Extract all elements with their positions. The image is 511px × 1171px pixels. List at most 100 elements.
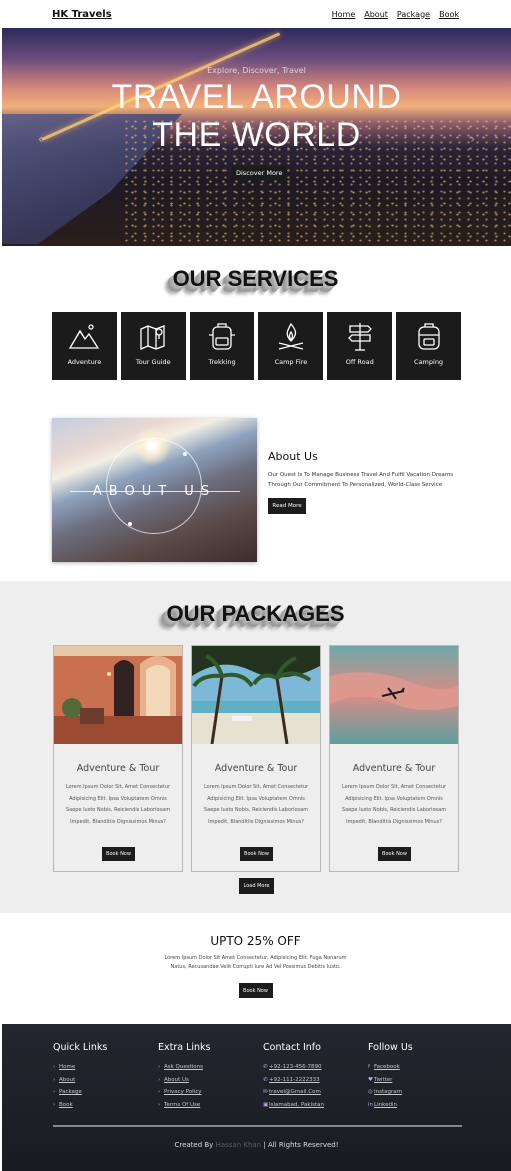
package-title: Adventure & Tour bbox=[214, 763, 298, 774]
footer-contact-phone-2[interactable]: ✆+92-111-2222333 bbox=[263, 1074, 368, 1087]
about-image-dot bbox=[183, 452, 187, 456]
footer-credit: Created By Hassan Khan | All Rights Rese… bbox=[2, 1141, 511, 1149]
package-cards: Adventure & Tour Lorem Ipsum Dolor Sit, … bbox=[53, 645, 459, 872]
footer-link-privacy[interactable]: › Privacy Policy bbox=[158, 1086, 263, 1099]
read-more-button[interactable]: Read More bbox=[268, 498, 306, 514]
packages-title: OUR PACKAGES bbox=[166, 601, 345, 626]
footer-social-facebook[interactable]: f Facebook bbox=[368, 1061, 473, 1074]
package-title: Adventure & Tour bbox=[352, 763, 436, 774]
about-heading: About Us bbox=[268, 450, 318, 463]
footer-contact-address[interactable]: ▣Islamabad, Pakistan bbox=[263, 1099, 368, 1112]
footer-heading: Extra Links bbox=[158, 1042, 211, 1053]
about-description: Our Quest Is To Manage Business Travel A… bbox=[268, 472, 454, 488]
service-camp-fire[interactable]: Camp Fire bbox=[258, 312, 324, 380]
footer-link-about[interactable]: › About bbox=[53, 1074, 158, 1087]
footer-link-book[interactable]: › Book bbox=[53, 1099, 158, 1112]
site-header: HK Travels Home About Package Book bbox=[0, 0, 511, 28]
service-camping[interactable]: Camping bbox=[396, 312, 461, 380]
service-tour-guide[interactable]: Tour Guide bbox=[120, 312, 186, 380]
footer-contact-email[interactable]: ✉travel@Gmail.Com bbox=[263, 1086, 368, 1099]
nav-book[interactable]: Book bbox=[439, 10, 459, 19]
service-label: Camping bbox=[414, 358, 444, 366]
footer-link-label: Linkedin bbox=[374, 1101, 397, 1108]
main-nav: Home About Package Book bbox=[332, 10, 459, 19]
nav-about[interactable]: About bbox=[364, 10, 388, 19]
package-card: Adventure & Tour Lorem Ipsum Dolor Sit, … bbox=[191, 645, 321, 872]
about-image-dot bbox=[128, 522, 132, 526]
footer-social-linkedin[interactable]: inLinkedin bbox=[368, 1099, 473, 1112]
footer-social-twitter[interactable]: ♥Twitter bbox=[368, 1074, 473, 1087]
footer-link-label: Islamabad, Pakistan bbox=[269, 1101, 324, 1108]
package-description: Lorem Ipsum Dolor Sit, Amet Consectetur … bbox=[341, 784, 447, 825]
mountain-icon bbox=[69, 324, 100, 349]
footer-divider bbox=[53, 1125, 462, 1127]
footer-link-label: +92-111-2222333 bbox=[269, 1076, 320, 1083]
offer-section: UPTO 25% OFF Lorem Ipsum Dolor Sit Amet … bbox=[0, 934, 511, 998]
footer-link-label: Instagram bbox=[374, 1089, 402, 1095]
brand-logo[interactable]: HK Travels bbox=[52, 9, 112, 20]
footer-extra-links: Extra Links › Ask Questions › About Us › Pr… bbox=[158, 1042, 263, 1111]
service-label: Off Road bbox=[345, 358, 374, 366]
footer-link-label: Twitter bbox=[374, 1076, 393, 1083]
package-title: Adventure & Tour bbox=[76, 763, 160, 774]
footer-link-label: About Us bbox=[164, 1076, 189, 1083]
packages-section: OUR PACKAGES Adventure & Tour Lorem Ipsu… bbox=[0, 581, 511, 913]
discover-more-button[interactable]: Discover More bbox=[231, 166, 288, 179]
footer-social-instagram[interactable]: ◎Instagram bbox=[368, 1086, 473, 1099]
book-now-button[interactable]: Book Now bbox=[102, 847, 135, 861]
package-card: Adventure & Tour Lorem Ipsum Dolor Sit, … bbox=[53, 645, 183, 872]
book-now-button[interactable]: Book Now bbox=[240, 847, 273, 861]
footer-link-label: Privacy Policy bbox=[164, 1089, 202, 1095]
footer-link-label: Package bbox=[59, 1089, 82, 1095]
footer-link-about-us[interactable]: › About Us bbox=[158, 1074, 263, 1087]
service-label: Trekking bbox=[208, 358, 236, 366]
map-icon bbox=[140, 325, 165, 350]
nav-package[interactable]: Package bbox=[397, 10, 430, 19]
package-card: Adventure & Tour Lorem Ipsum Dolor Sit, … bbox=[329, 645, 459, 872]
footer-link-ask-questions[interactable]: › Ask Questions bbox=[158, 1061, 263, 1074]
service-off-road[interactable]: Off Road bbox=[327, 312, 393, 380]
footer-link-label: travel@Gmail.Com bbox=[269, 1089, 321, 1095]
service-trekking[interactable]: Trekking bbox=[189, 312, 255, 380]
about-image: ABOUT US bbox=[52, 418, 257, 562]
footer-heading: Quick Links bbox=[53, 1042, 108, 1053]
footer-link-label: Ask Questions bbox=[164, 1064, 204, 1070]
backpack-icon bbox=[417, 323, 440, 350]
campfire-icon bbox=[278, 322, 304, 350]
footer-link-label: About bbox=[59, 1076, 76, 1083]
package-photo-corridor bbox=[54, 646, 182, 744]
footer-link-terms[interactable]: › Terms Of Use bbox=[158, 1099, 263, 1112]
services-grid: Adventure Tour Guide Trekking Camp Fire … bbox=[52, 312, 461, 380]
book-now-button[interactable]: Book Now bbox=[378, 847, 411, 861]
service-label: Camp Fire bbox=[274, 358, 308, 366]
offer-book-now-button[interactable]: Book Now bbox=[238, 983, 273, 998]
offer-title: UPTO 25% OFF bbox=[210, 934, 301, 948]
service-label: Tour Guide bbox=[135, 358, 171, 366]
service-adventure[interactable]: Adventure bbox=[52, 312, 117, 380]
footer-heading: Follow Us bbox=[368, 1042, 413, 1053]
hero-tagline: Explore, Discover, Travel bbox=[207, 66, 306, 75]
footer-link-package[interactable]: › Package bbox=[53, 1086, 158, 1099]
footer-link-label: Home bbox=[59, 1064, 76, 1070]
footer-link-label: Terms Of Use bbox=[164, 1101, 201, 1108]
nav-home[interactable]: Home bbox=[332, 10, 356, 19]
package-description: Lorem Ipsum Dolor Sit, Amet Consectetur … bbox=[203, 784, 309, 825]
footer-link-label: +92-123-456-7890 bbox=[269, 1064, 322, 1070]
package-photo-sky bbox=[330, 646, 458, 744]
credit-author: Hassan Khan bbox=[215, 1141, 262, 1149]
package-description: Lorem Ipsum Dolor Sit, Amet Consectetur … bbox=[65, 784, 171, 825]
credit-suffix: | All Rights Reserved! bbox=[263, 1141, 339, 1149]
footer-columns: Quick Links › Home › About › Package › Book … bbox=[53, 1042, 473, 1111]
footer-quick-links: Quick Links › Home › About › Package › Book bbox=[53, 1042, 158, 1111]
footer-contact-info: Contact Info ✆+92-123-456-7890 ✆+92-111-… bbox=[263, 1042, 368, 1111]
footer-contact-phone[interactable]: ✆+92-123-456-7890 bbox=[263, 1061, 368, 1074]
footer-heading: Contact Info bbox=[263, 1042, 321, 1053]
site-footer: Quick Links › Home › About › Package › Book … bbox=[2, 1024, 511, 1171]
footer-follow-us: Follow Us f Facebook ♥Twitter ◎Instagram … bbox=[368, 1042, 473, 1111]
package-photo-beach bbox=[192, 646, 320, 745]
backpack-icon bbox=[209, 323, 236, 350]
credit-prefix: Created By bbox=[174, 1141, 214, 1149]
footer-link-label: Facebook bbox=[374, 1064, 400, 1070]
footer-link-home[interactable]: › Home bbox=[53, 1061, 158, 1074]
load-more-button[interactable]: Load More bbox=[239, 878, 274, 894]
